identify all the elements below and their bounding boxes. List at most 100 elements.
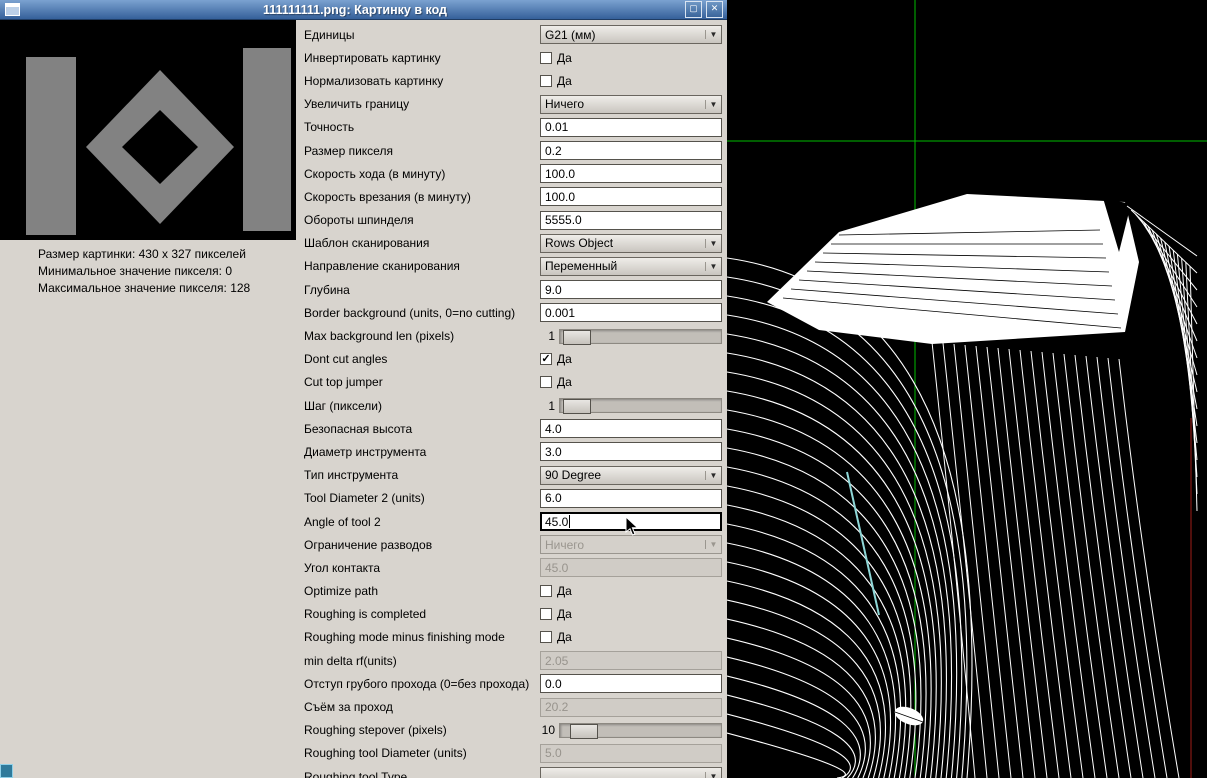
slider-handle[interactable] — [563, 399, 591, 414]
slider-handle[interactable] — [563, 330, 591, 345]
slider-value: 1 — [540, 399, 555, 413]
text-input[interactable]: 6.0 — [540, 489, 722, 508]
form-row: Шаблон сканированияRows Object▼ — [296, 232, 727, 255]
field-label: Шаблон сканирования — [304, 236, 540, 250]
input-value: 6.0 — [545, 491, 562, 505]
text-input[interactable]: 0.001 — [540, 303, 722, 322]
form-row: Нормализовать картинкуДа — [296, 69, 727, 92]
dropdown-value: Переменный — [541, 259, 705, 273]
field-label: Скорость врезания (в минуту) — [304, 190, 540, 204]
form-row: Увеличить границуНичего▼ — [296, 93, 727, 116]
form-row: Точность0.01 — [296, 116, 727, 139]
input-value: 0.001 — [545, 306, 575, 320]
image-preview — [0, 20, 296, 240]
form-row: ЕдиницыG21 (мм)▼ — [296, 23, 727, 46]
input-value: 9.0 — [545, 283, 562, 297]
field-label: Roughing stepover (pixels) — [304, 723, 540, 737]
maximize-button[interactable]: ▢ — [685, 1, 702, 18]
checkbox[interactable] — [540, 585, 552, 597]
field-label: Dont cut angles — [304, 352, 540, 366]
text-input: 2.05 — [540, 651, 722, 670]
dropdown-value: G21 (мм) — [541, 28, 705, 42]
field-label: Roughing is completed — [304, 607, 540, 621]
form-row: Съём за проход20.2 — [296, 695, 727, 718]
titlebar[interactable]: 111111111.png: Картинку в код ▢ ✕ — [0, 0, 727, 20]
slider-value: 1 — [540, 329, 555, 343]
text-input[interactable]: 5555.0 — [540, 211, 722, 230]
dropdown-value: 90 Degree — [541, 468, 705, 482]
field-label: Обороты шпинделя — [304, 213, 540, 227]
field-label: Tool Diameter 2 (units) — [304, 491, 540, 505]
input-value: 2.05 — [545, 654, 568, 668]
slider[interactable] — [559, 723, 722, 738]
field-label: Угол контакта — [304, 561, 540, 575]
form-row: Roughing tool Type▼ — [296, 765, 727, 778]
checkbox[interactable]: ✓ — [540, 353, 552, 365]
text-input: 20.2 — [540, 698, 722, 717]
form-row: Border background (units, 0=no cutting)0… — [296, 301, 727, 324]
checkbox[interactable] — [540, 608, 552, 620]
text-input[interactable]: 45.0 — [540, 512, 722, 531]
dropdown-value: Ничего — [541, 97, 705, 111]
text-input[interactable]: 0.01 — [540, 118, 722, 137]
form-row: Скорость врезания (в минуту) 100.0 — [296, 185, 727, 208]
form-row: Roughing mode minus finishing mode Да — [296, 626, 727, 649]
dropdown-arrow-icon: ▼ — [705, 100, 721, 109]
input-value: 100.0 — [545, 190, 575, 204]
text-input[interactable]: 3.0 — [540, 442, 722, 461]
text-input[interactable]: 0.0 — [540, 674, 722, 693]
dropdown[interactable]: Переменный▼ — [540, 257, 722, 276]
input-value: 45.0 — [545, 561, 568, 575]
field-label: Ограничение разводов — [304, 538, 540, 552]
dropdown[interactable]: Rows Object▼ — [540, 234, 722, 253]
dropdown[interactable]: 90 Degree▼ — [540, 466, 722, 485]
checkbox-label: Да — [557, 630, 572, 644]
text-input[interactable]: 4.0 — [540, 419, 722, 438]
slider[interactable] — [559, 398, 722, 413]
slider[interactable] — [559, 329, 722, 344]
dropdown[interactable]: Ничего▼ — [540, 95, 722, 114]
checkbox[interactable] — [540, 631, 552, 643]
text-input[interactable]: 9.0 — [540, 280, 722, 299]
dropdown-value: Ничего — [541, 538, 705, 552]
taskbar-fragment[interactable] — [0, 764, 13, 778]
backplot-viewport[interactable] — [727, 0, 1207, 778]
field-label: Optimize path — [304, 584, 540, 598]
input-value: 3.0 — [545, 445, 562, 459]
preview-diamond — [86, 70, 234, 224]
field-label: Единицы — [304, 28, 540, 42]
input-value: 0.01 — [545, 120, 568, 134]
dropdown-arrow-icon: ▼ — [705, 540, 721, 549]
field-label: Отступ грубого прохода (0=без прохода) — [304, 677, 540, 691]
field-label: Cut top jumper — [304, 375, 540, 389]
form-row: Roughing is completedДа — [296, 603, 727, 626]
text-input[interactable]: 100.0 — [540, 187, 722, 206]
dropdown[interactable]: G21 (мм)▼ — [540, 25, 722, 44]
checkbox[interactable] — [540, 376, 552, 388]
text-input[interactable]: 100.0 — [540, 164, 722, 183]
input-value: 5555.0 — [545, 213, 582, 227]
form-row: Roughing tool Diameter (units)5.0 — [296, 742, 727, 765]
field-label: Направление сканирования — [304, 259, 540, 273]
form-row: Roughing stepover (pixels)10 — [296, 719, 727, 742]
text-input[interactable]: 0.2 — [540, 141, 722, 160]
text-input: 45.0 — [540, 558, 722, 577]
field-label: Roughing mode minus finishing mode — [304, 630, 540, 644]
input-value: 0.0 — [545, 677, 562, 691]
checkbox-label: Да — [557, 584, 572, 598]
input-value: 4.0 — [545, 422, 562, 436]
form-row: Размер пикселя0.2 — [296, 139, 727, 162]
close-button[interactable]: ✕ — [706, 1, 723, 18]
text-input: 5.0 — [540, 744, 722, 763]
window-icon — [5, 3, 20, 16]
field-label: Безопасная высота — [304, 422, 540, 436]
backplot-canvas — [727, 0, 1207, 778]
checkbox[interactable] — [540, 75, 552, 87]
window-title: 111111111.png: Картинку в код — [25, 3, 685, 17]
form-row: Max background len (pixels)1 — [296, 324, 727, 347]
checkbox-label: Да — [557, 352, 572, 366]
checkbox[interactable] — [540, 52, 552, 64]
dropdown[interactable]: ▼ — [540, 767, 722, 778]
slider-handle[interactable] — [570, 724, 598, 739]
form-row: Инвертировать картинкуДа — [296, 46, 727, 69]
